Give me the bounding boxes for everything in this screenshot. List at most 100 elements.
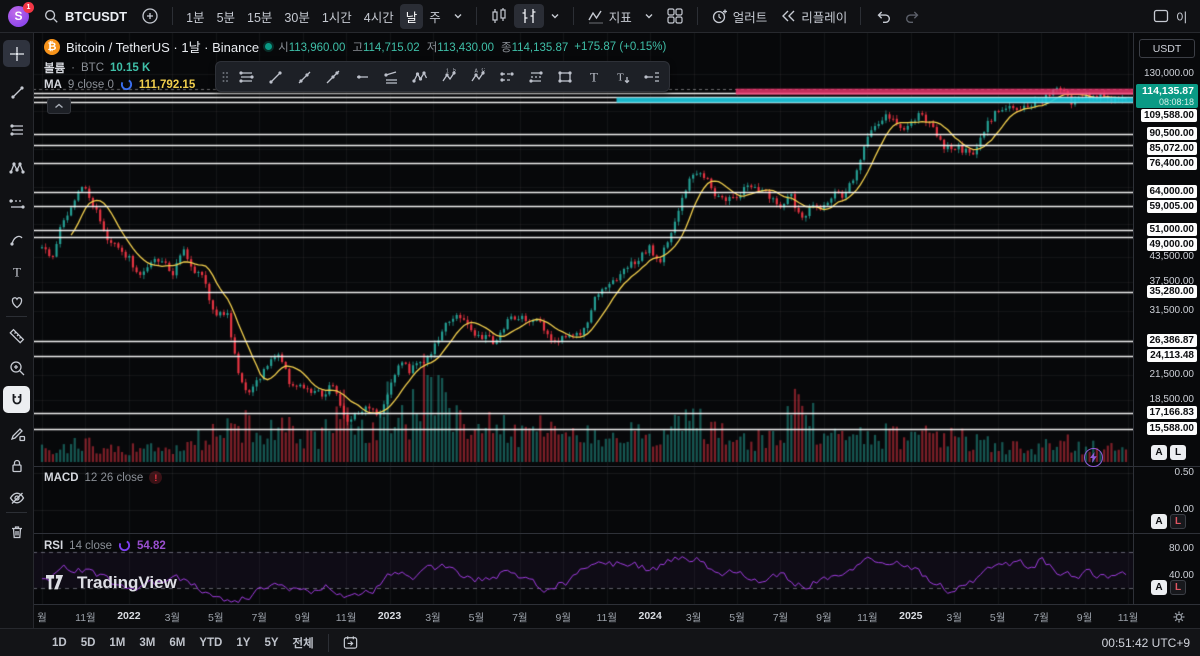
tool-text-icon[interactable]: T [3,258,30,285]
quick-trade-bolt-icon[interactable] [1084,448,1103,467]
elliott-correction-wave-icon[interactable]: AC [464,64,491,89]
level-price-label[interactable]: 17,166.83 [1146,405,1197,419]
interval-button-1시간[interactable]: 1시간 [316,4,358,29]
tool-drawing-lock-icon[interactable] [3,420,30,447]
elliott-impulse-wave-icon[interactable]: 15 [435,64,462,89]
tool-fib-retracement-icon[interactable] [3,116,30,143]
go-to-date-icon[interactable] [336,631,365,654]
pane-separator[interactable] [33,533,1200,534]
tool-brush-icon[interactable] [3,226,30,253]
range-button-1Y[interactable]: 1Y [229,634,257,652]
time-axis-settings-gear-icon[interactable] [1170,608,1188,626]
zigzag-icon[interactable] [406,64,433,89]
tool-prediction-icon[interactable] [3,190,30,217]
log-scale-button[interactable]: L [1170,514,1186,529]
tool-remove-all-icon[interactable] [3,518,30,545]
monitor-icon[interactable] [1146,4,1176,28]
undo-button[interactable] [868,4,898,28]
level-price-label[interactable]: 24,113.48 [1147,348,1197,362]
regression-trend-icon[interactable] [377,64,404,89]
clock-timezone[interactable]: 00:51:42 UTC+9 [1102,636,1190,650]
range-button-5D[interactable]: 5D [74,634,103,652]
symbol-search-button[interactable]: BTCUSDT [37,5,135,27]
range-button-전체[interactable]: 전체 [286,632,321,654]
range-button-5Y[interactable]: 5Y [257,634,285,652]
level-price-label[interactable]: 59,005.00 [1146,200,1197,214]
chart-style-dropdown[interactable] [544,8,566,24]
rectangle-icon[interactable] [551,64,578,89]
range-button-YTD[interactable]: YTD [192,634,229,652]
layout-name[interactable]: 이 [1176,7,1192,26]
current-price-label[interactable]: 114,135.87 08:08:18 [1136,84,1198,108]
level-price-label[interactable]: 35,280.00 [1146,285,1197,299]
interval-button-1분[interactable]: 1분 [180,4,210,29]
interval-button-4시간[interactable]: 4시간 [358,4,400,29]
trend-line-icon[interactable] [261,64,288,89]
level-price-label[interactable]: 109,588.00 [1140,109,1197,122]
favorite-drawings-toolbar[interactable]: 15AC TT [215,61,670,92]
drag-handle-icon[interactable] [220,68,230,86]
layout-grid-button[interactable] [660,4,690,28]
range-button-3M[interactable]: 3M [132,634,162,652]
market-status-dot[interactable] [265,43,273,50]
tool-hide-all-icon[interactable] [3,484,30,511]
level-price-label[interactable]: 85,072.00 [1146,142,1197,156]
replay-button[interactable]: 리플레이 [773,4,853,29]
tool-trend-line-icon[interactable] [3,78,30,105]
level-price-label[interactable]: 15,588.00 [1146,421,1197,435]
compare-add-button[interactable] [135,4,165,28]
price-scale[interactable]: USDT 114,135.87 08:08:18 130,000.00 43,50… [1134,33,1200,604]
interval-button-날[interactable]: 날 [399,3,424,29]
interval-button-15분[interactable]: 15분 [241,4,278,29]
currency-toggle-button[interactable]: USDT [1139,39,1195,58]
indicators-dropdown[interactable] [638,8,660,24]
ray-icon[interactable] [290,64,317,89]
log-scale-button[interactable]: L [1170,580,1186,595]
interval-dropdown[interactable] [447,8,469,24]
disjoint-channel-icon[interactable] [522,64,549,89]
price-note-icon[interactable] [638,64,665,89]
range-button-1D[interactable]: 1D [45,634,74,652]
multiple-lines-icon[interactable] [232,64,259,89]
chart-style-candles-button[interactable] [484,4,514,28]
collapse-legend-button[interactable] [47,98,71,114]
macd-legend-row[interactable]: MACD 12 26 close ! [44,471,163,484]
time-axis[interactable]: 월 11월 2022 3월 5월 7월 9월 11월 2023 3월 5월 7월 9월 11월 2024 3월… [33,604,1200,629]
price-chart-canvas[interactable] [33,33,1133,604]
tool-lock-all-icon[interactable] [3,452,30,479]
indicators-button[interactable]: 지표 [581,4,638,29]
range-button-1M[interactable]: 1M [102,634,132,652]
auto-scale-button[interactable]: A [1151,445,1167,460]
tool-xabcd-pattern-icon[interactable] [3,154,30,181]
auto-scale-button[interactable]: A [1151,580,1167,595]
level-price-label[interactable]: 26,386.87 [1146,333,1197,347]
interval-button-5분[interactable]: 5분 [211,4,241,29]
tool-magnet-icon[interactable] [3,386,30,413]
auto-scale-button[interactable]: A [1151,514,1167,529]
range-button-6M[interactable]: 6M [162,634,192,652]
volume-legend-row[interactable]: 볼륨 · BTC 10.15 K [44,60,150,76]
interval-button-30분[interactable]: 30분 [278,4,315,29]
extended-line-icon[interactable] [319,64,346,89]
tradingview-watermark[interactable]: TradingView [46,573,177,593]
chart-region[interactable]: ₿ Bitcoin / TetherUS · 1날 · Binance 시113… [33,33,1200,629]
redo-button[interactable] [898,4,928,28]
chart-style-current-button[interactable] [513,4,544,28]
macd-error-icon[interactable]: ! [149,471,163,484]
parallel-channel-icon[interactable] [493,64,520,89]
text-icon[interactable]: T [580,64,607,89]
symbol-title[interactable]: Bitcoin / TetherUS · 1날 · Binance [66,37,259,56]
tool-zoom-in-icon[interactable] [3,354,30,381]
alert-button[interactable]: 얼러트 [705,4,774,29]
interval-button-주[interactable]: 주 [423,4,447,29]
tool-crosshair-icon[interactable] [3,40,30,67]
rsi-legend-row[interactable]: RSI 14 close 54.82 [44,539,166,552]
anchored-text-icon[interactable]: T [609,64,636,89]
pane-separator[interactable] [33,466,1200,467]
horizontal-ray-icon[interactable] [348,64,375,89]
tool-ruler-icon[interactable] [3,322,30,349]
symbol-legend-row[interactable]: ₿ Bitcoin / TetherUS · 1날 · Binance 시113… [44,37,666,56]
level-price-label[interactable]: 64,000.00 [1146,185,1197,199]
level-price-label[interactable]: 76,400.00 [1146,157,1197,171]
level-price-label[interactable]: 49,000.00 [1146,238,1197,252]
